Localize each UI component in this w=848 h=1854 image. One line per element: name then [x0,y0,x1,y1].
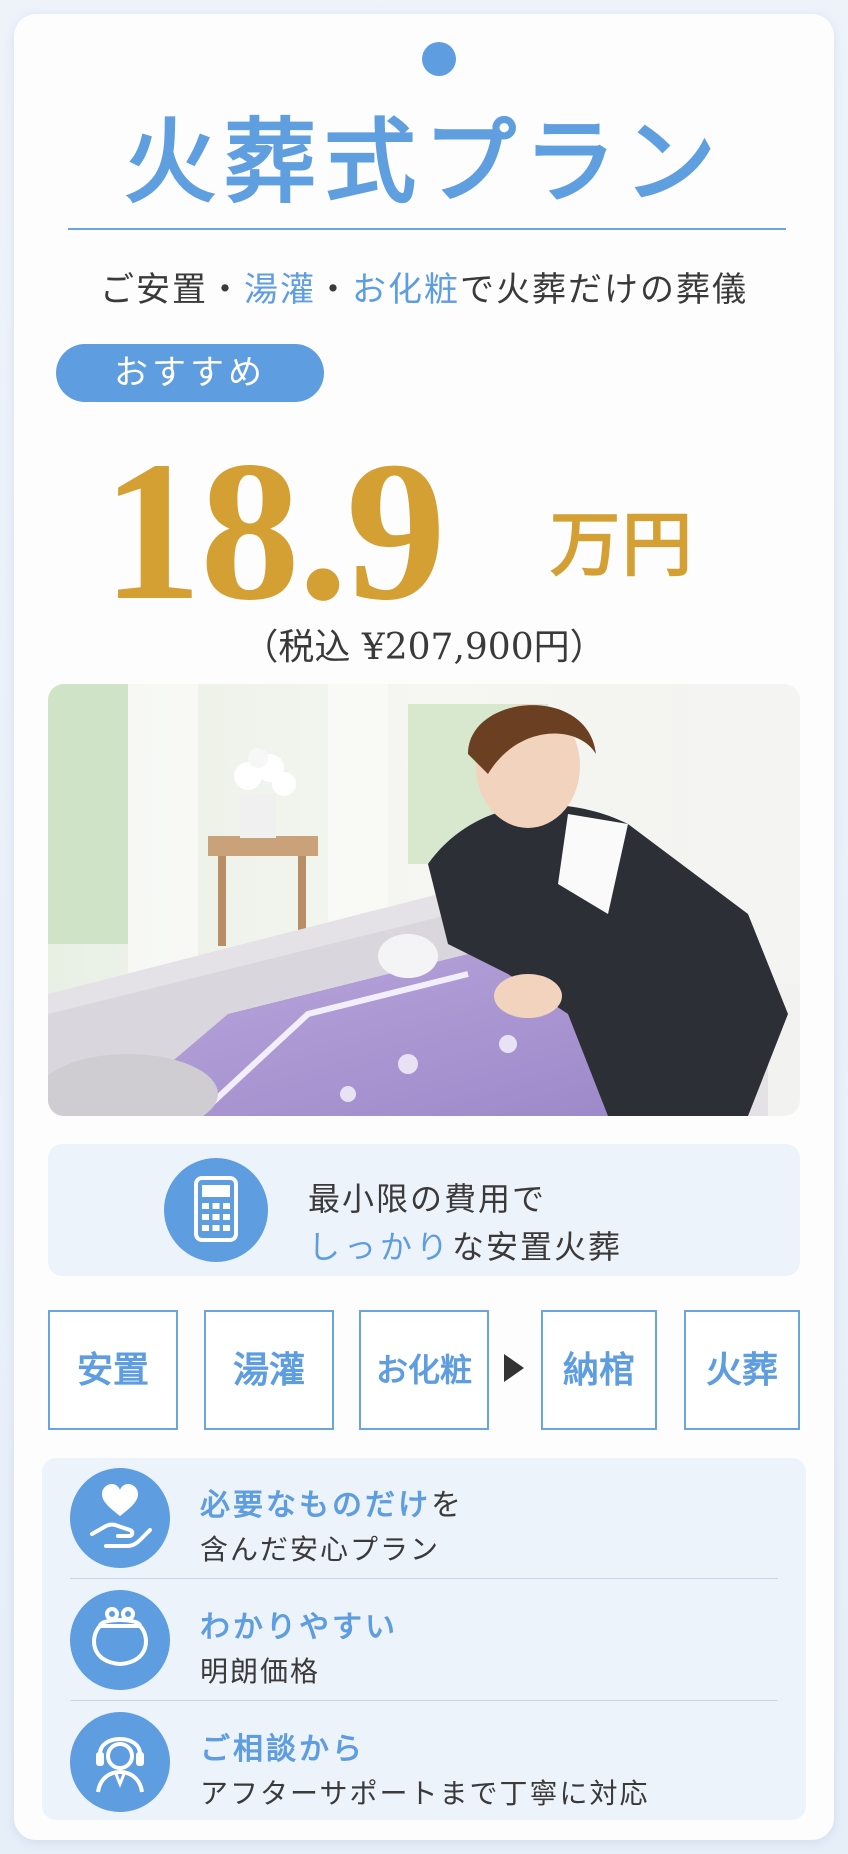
feature-line2: しっかりな安置火葬 [308,1222,622,1268]
benefit-desc: アフターサポートまで丁寧に対応 [200,1777,650,1810]
benefit-title-highlight: 必要なものだけ [200,1488,431,1523]
benefit-item: 必要なものだけを 含んだ安心プラン [42,1458,806,1576]
benefit-item: ご相談から アフターサポートまで丁寧に対応 [42,1702,806,1820]
step-kaso: 火葬 [684,1310,800,1430]
subtitle-part: ・ [316,270,352,310]
subtitle-part: で火葬だけの葬儀 [460,270,748,310]
feature-highlight: しっかり [308,1228,453,1266]
step-anchi: 安置 [48,1310,178,1430]
price-tax-included: （税込 ¥207,900円） [242,627,606,668]
recommend-badge: おすすめ [56,344,324,402]
service-photo [48,684,800,1116]
feature-line1: 最小限の費用で [308,1180,547,1218]
benefit-title: 必要なものだけを [200,1480,464,1524]
divider [70,1578,778,1579]
step-yukan: 湯灌 [204,1310,334,1430]
step-nokan: 納棺 [541,1310,657,1430]
plan-card: 火葬式プラン ご安置・湯灌・お化粧で火葬だけの葬儀 おすすめ 18.9 万円 （… [14,14,834,1840]
price-amount: 18.9 [102,421,446,642]
benefits-panel: 必要なものだけを 含んだ安心プラン わかりやすい 明朗価格 ご相談から アフター… [42,1458,806,1820]
feature-rest: な安置火葬 [452,1228,623,1266]
coin-purse-icon [70,1590,170,1690]
benefit-desc: 含んだ安心プラン [200,1533,441,1566]
title-divider [68,228,786,230]
subtitle-highlight: お化粧 [352,270,460,310]
step-okesho: お化粧 [359,1310,489,1430]
subtitle: ご安置・湯灌・お化粧で火葬だけの葬儀 [14,262,834,311]
arrow-right-icon [504,1354,524,1382]
price-unit: 万円 [550,503,694,586]
benefit-title: ご相談から [200,1724,365,1768]
support-headset-icon [70,1712,170,1812]
page-title: 火葬式プラン [123,108,724,216]
benefit-title-rest: を [431,1488,464,1523]
divider [70,1700,778,1701]
subtitle-highlight: 湯灌 [244,270,316,310]
subtitle-part: ご安置・ [100,270,244,310]
benefit-title-highlight: ご相談から [200,1732,365,1767]
benefit-desc: 明朗価格 [200,1655,321,1688]
decorative-dot [422,42,456,76]
benefit-title-highlight: わかりやすい [200,1610,398,1645]
benefit-title: わかりやすい [200,1602,398,1646]
feature-panel: 最小限の費用で しっかりな安置火葬 [48,1144,800,1276]
heart-hand-icon [70,1468,170,1568]
benefit-item: わかりやすい 明朗価格 [42,1580,806,1698]
calculator-icon [164,1158,268,1262]
